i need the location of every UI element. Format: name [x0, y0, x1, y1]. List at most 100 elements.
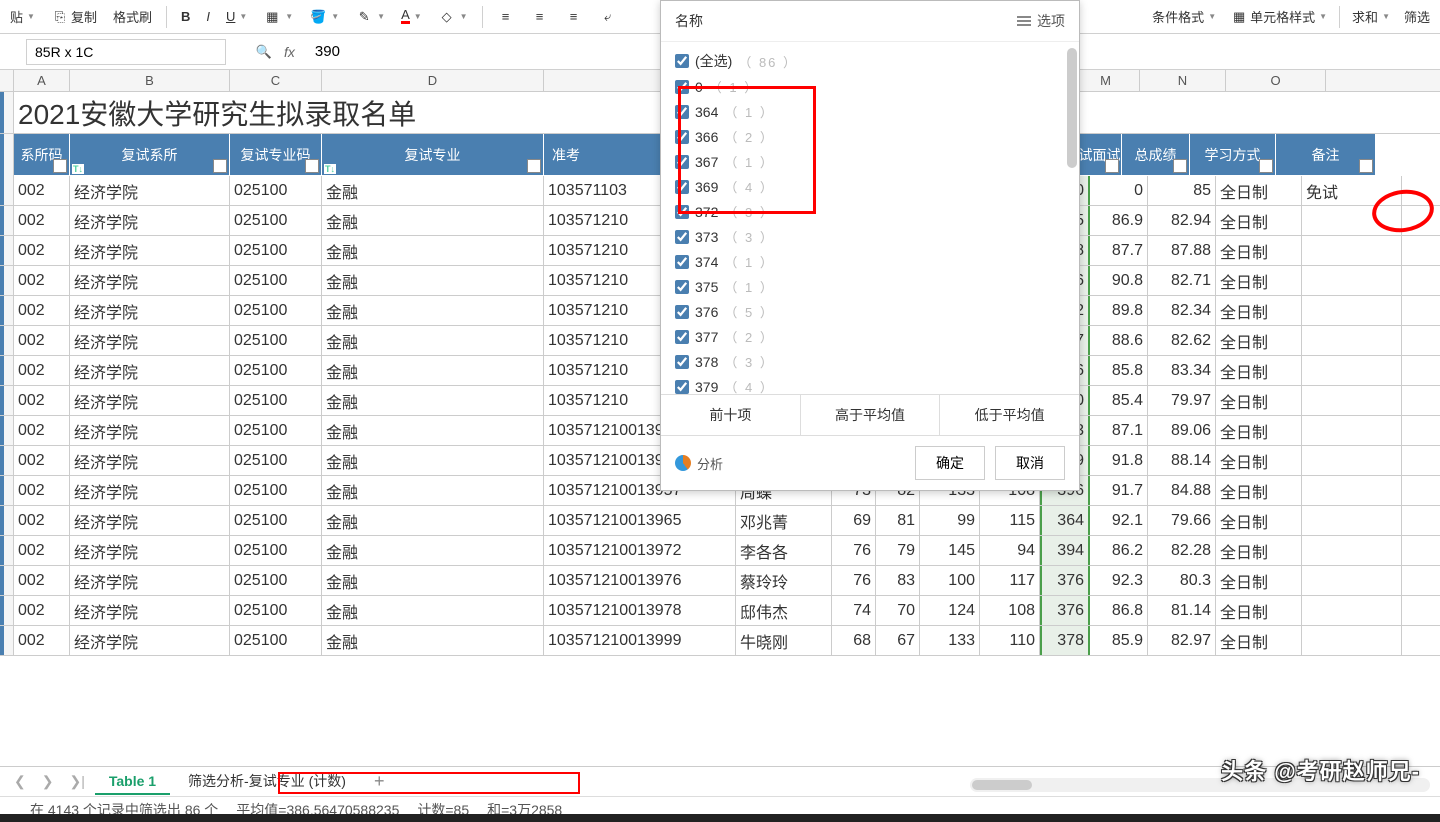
align-center-button[interactable]: ≡ [525, 5, 555, 29]
paste-button[interactable]: 贴▼ [4, 4, 41, 29]
filter-checkbox[interactable] [675, 280, 689, 294]
filter-checkbox-item[interactable]: 369 （ 4 ） [661, 174, 1079, 199]
filter-dropdown-icon[interactable]: ▾ [1359, 159, 1373, 173]
sheet-nav-first[interactable]: ❮ [8, 773, 32, 790]
align-right-button[interactable]: ≡ [559, 5, 589, 29]
filter-checkbox[interactable] [675, 305, 689, 319]
filter-checkbox[interactable] [675, 54, 689, 68]
header-major[interactable]: 复试专业T↓▾ [322, 134, 544, 176]
filter-options-button[interactable]: 选项 [1017, 11, 1065, 31]
filter-dropdown-icon[interactable]: ▾ [1259, 159, 1273, 173]
filter-checkbox-item[interactable]: 364 （ 1 ） [661, 99, 1079, 124]
filter-checkbox-item[interactable]: 373 （ 3 ） [661, 224, 1079, 249]
table-row[interactable]: 002 经济学院 025100 金融 103571210013965 邓兆菁 6… [0, 506, 1440, 536]
ok-button[interactable]: 确定 [915, 446, 985, 480]
font-color-button[interactable]: A▼ [395, 6, 428, 27]
filter-checkbox-item[interactable]: 378 （ 3 ） [661, 349, 1079, 374]
border-icon: ▦ [263, 8, 281, 26]
sheet-tab[interactable]: 筛选分析-复试专业 (计数) [174, 767, 360, 797]
filter-checkbox-item[interactable]: 377 （ 2 ） [661, 324, 1079, 349]
filter-dropdown-icon[interactable]: ▾ [1173, 159, 1187, 173]
header-exam-no[interactable]: 准考 [544, 134, 662, 176]
filter-checkbox[interactable] [675, 130, 689, 144]
cancel-button[interactable]: 取消 [995, 446, 1065, 480]
filter-checkbox-item[interactable]: 375 （ 1 ） [661, 274, 1079, 299]
filter-checkbox-item[interactable]: 379 （ 4 ） [661, 374, 1079, 394]
table-row[interactable]: 002 经济学院 025100 金融 103571210013976 蔡玲玲 7… [0, 566, 1440, 596]
filter-checkbox-item[interactable]: 367 （ 1 ） [661, 149, 1079, 174]
pie-chart-icon [675, 455, 691, 471]
header-total[interactable]: 总成绩▾ [1122, 134, 1190, 176]
filter-checkbox[interactable] [675, 355, 689, 369]
table-row[interactable]: 002 经济学院 025100 金融 103571210013978 邸伟杰 7… [0, 596, 1440, 626]
filter-checkbox[interactable] [675, 180, 689, 194]
wrap-button[interactable]: ⤶ [593, 5, 623, 29]
cell-reference-input[interactable] [26, 39, 226, 65]
sheet-tab[interactable]: Table 1 [95, 769, 170, 795]
filter-checkbox-item[interactable]: 374 （ 1 ） [661, 249, 1079, 274]
filter-tab-top10[interactable]: 前十项 [661, 395, 801, 435]
conditional-format-button[interactable]: 条件格式▼ [1146, 4, 1222, 29]
sheet-nav-prev[interactable]: ❯ [36, 773, 60, 790]
fx-icon[interactable]: fx [284, 44, 295, 60]
align-left-button[interactable]: ≡ [491, 5, 521, 29]
border-button[interactable]: ▦▼ [257, 5, 299, 29]
table-icon: ▦ [1230, 8, 1248, 26]
col-header[interactable]: N [1140, 70, 1226, 91]
watermark: 头条 @考研赵师兄- [1221, 754, 1420, 786]
filter-checkbox[interactable] [675, 330, 689, 344]
header-major-code[interactable]: 复试专业码▾ [230, 134, 322, 176]
filter-checkbox[interactable] [675, 255, 689, 269]
filter-checkbox[interactable] [675, 380, 689, 394]
underline-button[interactable]: U▼ [220, 6, 253, 27]
sheet-nav-last[interactable]: ❯| [63, 773, 90, 790]
filter-checkbox-item[interactable]: 376 （ 5 ） [661, 299, 1079, 324]
format-painter-button[interactable]: 格式刷 [107, 4, 158, 29]
col-header[interactable]: C [230, 70, 322, 91]
col-header[interactable]: M [1072, 70, 1140, 91]
table-row[interactable]: 002 经济学院 025100 金融 103571210013972 李各各 7… [0, 536, 1440, 566]
header-remark[interactable]: 备注▾ [1276, 134, 1376, 176]
analysis-button[interactable]: 分析 [675, 454, 723, 473]
bold-button[interactable]: B [175, 6, 196, 27]
copy-button[interactable]: ⎘复制 [45, 4, 103, 29]
highlight-button[interactable]: ✎▼ [349, 5, 391, 29]
filter-checkbox[interactable] [675, 230, 689, 244]
col-header[interactable]: D [322, 70, 544, 91]
table-row[interactable]: 002 经济学院 025100 金融 103571210013999 牛晓刚 6… [0, 626, 1440, 656]
hamburger-icon [1017, 16, 1031, 26]
filter-tab-above-avg[interactable]: 高于平均值 [801, 395, 941, 435]
fill-icon: 🪣 [309, 8, 327, 26]
filter-dropdown-icon[interactable]: ▾ [213, 159, 227, 173]
col-header[interactable]: O [1226, 70, 1326, 91]
filter-checkbox-item[interactable]: 366 （ 2 ） [661, 124, 1079, 149]
filter-checkbox-item[interactable]: (全选) （ 86 ） [661, 48, 1079, 74]
sum-button[interactable]: 求和▼ [1346, 4, 1396, 29]
col-header[interactable]: B [70, 70, 230, 91]
filter-tab-below-avg[interactable]: 低于平均值 [940, 395, 1079, 435]
filter-list[interactable]: (全选) （ 86 ） 0 （ 1 ） 364 （ 1 ） 366 （ 2 ） … [661, 42, 1079, 394]
header-dept[interactable]: 复试系所T↓▾ [70, 134, 230, 176]
filter-checkbox-item[interactable]: 0 （ 1 ） [661, 74, 1079, 99]
filter-checkbox[interactable] [675, 155, 689, 169]
fill-color-button[interactable]: 🪣▼ [303, 5, 345, 29]
header-dept-code[interactable]: 系所码▾ [14, 134, 70, 176]
page-title: 2021安徽大学研究生拟录取名单 [14, 92, 420, 133]
scrollbar-thumb[interactable] [1067, 48, 1077, 168]
filter-dropdown-icon[interactable]: ▾ [53, 159, 67, 173]
filter-button[interactable]: 筛选 [1398, 4, 1436, 29]
header-study-mode[interactable]: 学习方式▾ [1190, 134, 1276, 176]
filter-dropdown-icon[interactable]: ▾ [527, 159, 541, 173]
add-sheet-button[interactable]: + [364, 771, 395, 792]
filter-dropdown-icon[interactable]: ▾ [305, 159, 319, 173]
filter-checkbox-item[interactable]: 372 （ 3 ） [661, 199, 1079, 224]
cell-style-button[interactable]: ▦单元格样式▼ [1224, 4, 1333, 29]
eraser-button[interactable]: ◇▼ [432, 5, 474, 29]
search-icon[interactable]: 🔍 [256, 44, 272, 60]
col-header[interactable]: A [14, 70, 70, 91]
filter-checkbox[interactable] [675, 105, 689, 119]
italic-button[interactable]: I [200, 6, 216, 27]
filter-dropdown-icon[interactable]: ▾ [1105, 159, 1119, 173]
filter-checkbox[interactable] [675, 80, 689, 94]
filter-checkbox[interactable] [675, 205, 689, 219]
